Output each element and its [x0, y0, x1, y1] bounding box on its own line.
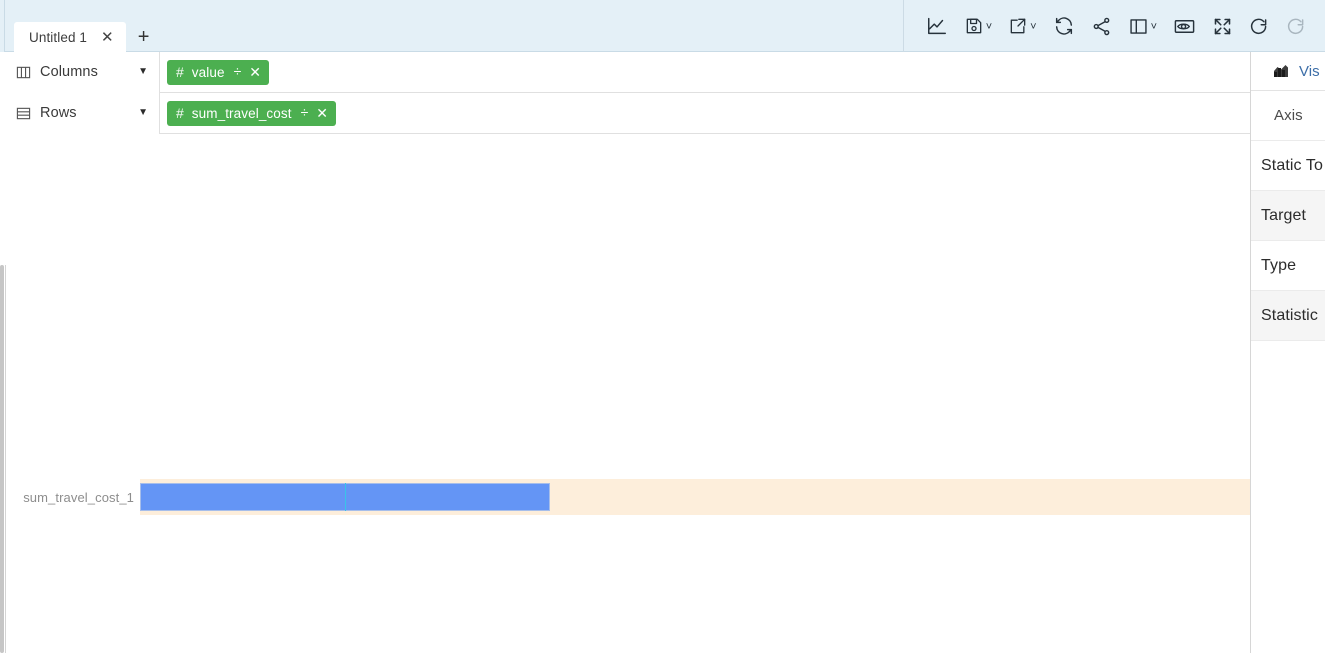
- shelf-rows-body[interactable]: # sum_travel_cost ÷ ✕: [160, 93, 1250, 134]
- chevron-down-icon: ˅: [1030, 20, 1037, 33]
- hash-icon: #: [176, 64, 184, 80]
- chevron-down-icon[interactable]: ▼: [138, 67, 148, 77]
- panel-header[interactable]: Vis: [1251, 52, 1325, 91]
- shelf-columns-label: Columns: [40, 64, 98, 80]
- panel-item-statistic[interactable]: Statistic: [1251, 291, 1325, 341]
- panel-item-static-total[interactable]: Static To: [1251, 141, 1325, 191]
- shelf-rows: Rows ▼ # sum_travel_cost ÷ ✕: [5, 92, 1250, 134]
- chart-icon: [1273, 63, 1289, 79]
- tab-label: Untitled 1: [29, 30, 88, 45]
- panel-item-label: Statistic: [1261, 306, 1318, 324]
- pill-remove-icon[interactable]: ✕: [249, 65, 261, 79]
- target-marker: [345, 483, 346, 511]
- right-properties-panel: Vis Axis Static To Target Type Statistic: [1250, 52, 1325, 653]
- shelf-columns-header[interactable]: Columns ▼: [5, 51, 160, 93]
- redo-icon-button: [1283, 11, 1310, 41]
- panel-item-label: Type: [1261, 256, 1297, 274]
- application-window: Untitled 1 ✕ + ˅ ˅ ˅ Columns ▼ # value ÷…: [0, 0, 1325, 653]
- pill-label: sum_travel_cost: [191, 105, 292, 121]
- tab-untitled-1[interactable]: Untitled 1 ✕: [14, 22, 126, 52]
- panel-empty-area: [1251, 341, 1325, 595]
- tab-bar: Untitled 1 ✕ + ˅ ˅ ˅: [5, 0, 1325, 52]
- preview-eye-icon-button[interactable]: [1170, 11, 1199, 41]
- save-icon-button[interactable]: ˅: [961, 11, 995, 41]
- panel-item-type[interactable]: Type: [1251, 241, 1325, 291]
- panel-item-axis[interactable]: Axis: [1251, 91, 1325, 141]
- chevron-down-icon: ˅: [985, 20, 993, 33]
- rows-icon: [16, 106, 31, 121]
- tab-strip: Untitled 1 ✕ +: [5, 0, 160, 52]
- shelf-rows-label: Rows: [40, 105, 77, 121]
- chart-canvas[interactable]: sum_travel_cost_1: [6, 139, 1250, 653]
- panel-item-label: Axis: [1274, 107, 1303, 124]
- layout-icon-button[interactable]: ˅: [1125, 11, 1160, 41]
- share-icon-button[interactable]: [1088, 11, 1115, 41]
- pill-remove-icon[interactable]: ✕: [316, 106, 328, 120]
- columns-icon: [16, 65, 31, 80]
- tab-close-icon[interactable]: ✕: [101, 30, 114, 45]
- panel-title: Vis: [1299, 62, 1320, 80]
- shelf-rows-header[interactable]: Rows ▼: [5, 92, 160, 134]
- shelf-area: Columns ▼ # value ÷ ✕ Rows ▼ # sum_trave…: [5, 51, 1250, 134]
- pill-label: value: [191, 64, 225, 80]
- chevron-down-icon: ˅: [1150, 20, 1157, 33]
- hash-icon: #: [176, 105, 184, 121]
- bullet-chart-row: sum_travel_cost_1: [6, 476, 1250, 518]
- bullet-chart-category-label: sum_travel_cost_1: [23, 489, 134, 505]
- add-tab-button[interactable]: +: [128, 22, 160, 52]
- panel-item-label: Target: [1261, 206, 1307, 224]
- panel-item-target[interactable]: Target: [1251, 191, 1325, 241]
- shelf-columns-body[interactable]: # value ÷ ✕: [160, 52, 1250, 93]
- undo-icon-button[interactable]: [1246, 11, 1273, 41]
- collapse-icon-button[interactable]: [1209, 11, 1236, 41]
- chevron-down-icon[interactable]: ▼: [138, 108, 148, 118]
- pill-value[interactable]: # value ÷ ✕: [167, 59, 269, 85]
- bullet-chart-track: [140, 479, 1250, 515]
- refresh-icon-button[interactable]: [1050, 11, 1078, 41]
- pill-sum-travel-cost[interactable]: # sum_travel_cost ÷ ✕: [167, 100, 337, 126]
- chart-icon-button[interactable]: [923, 11, 951, 41]
- aggregate-icon[interactable]: ÷: [301, 105, 309, 119]
- panel-item-label: Static To: [1261, 156, 1323, 174]
- export-icon-button[interactable]: ˅: [1005, 11, 1039, 41]
- shelf-columns: Columns ▼ # value ÷ ✕: [5, 51, 1250, 93]
- aggregate-icon[interactable]: ÷: [234, 64, 242, 78]
- top-toolbar: ˅ ˅ ˅: [902, 0, 1325, 52]
- canvas-vertical-scrollbar-thumb[interactable]: [0, 265, 4, 653]
